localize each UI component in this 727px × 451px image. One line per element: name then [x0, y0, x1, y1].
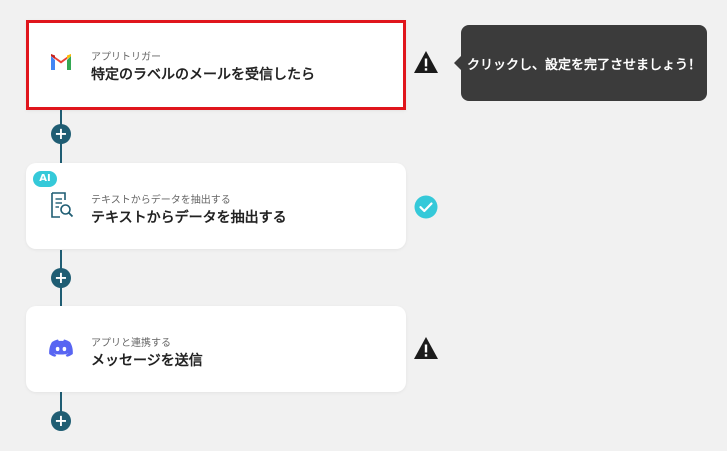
- step-title: メッセージを送信: [91, 353, 203, 369]
- ai-badge: AI: [33, 171, 57, 187]
- gmail-icon: [51, 54, 71, 70]
- step-title: 特定のラベルのメールを受信したら: [91, 67, 315, 83]
- step-subtitle: テキストからデータを抽出する: [91, 195, 231, 206]
- tooltip-text: クリックし、設定を完了させましょう！: [466, 57, 701, 73]
- step-title: テキストからデータを抽出する: [91, 210, 287, 226]
- add-step-button[interactable]: +: [51, 268, 71, 288]
- add-step-button[interactable]: +: [51, 124, 71, 144]
- step-card-gmail-trigger[interactable]: アプリトリガー 特定のラベルのメールを受信したら: [26, 20, 406, 110]
- discord-icon: [49, 339, 73, 357]
- warning-icon: [414, 337, 438, 359]
- step-subtitle: アプリトリガー: [91, 52, 161, 63]
- step-card-extract-text[interactable]: テキストからデータを抽出する テキストからデータを抽出する: [26, 163, 406, 249]
- document-search-icon: [51, 192, 74, 218]
- warning-icon: [414, 51, 438, 73]
- check-icon: [414, 195, 438, 219]
- step-subtitle: アプリと連携する: [91, 338, 171, 349]
- setup-tooltip: クリックし、設定を完了させましょう！: [454, 25, 707, 101]
- step-card-discord-send[interactable]: アプリと連携する メッセージを送信: [26, 306, 406, 392]
- add-step-button[interactable]: +: [51, 411, 71, 431]
